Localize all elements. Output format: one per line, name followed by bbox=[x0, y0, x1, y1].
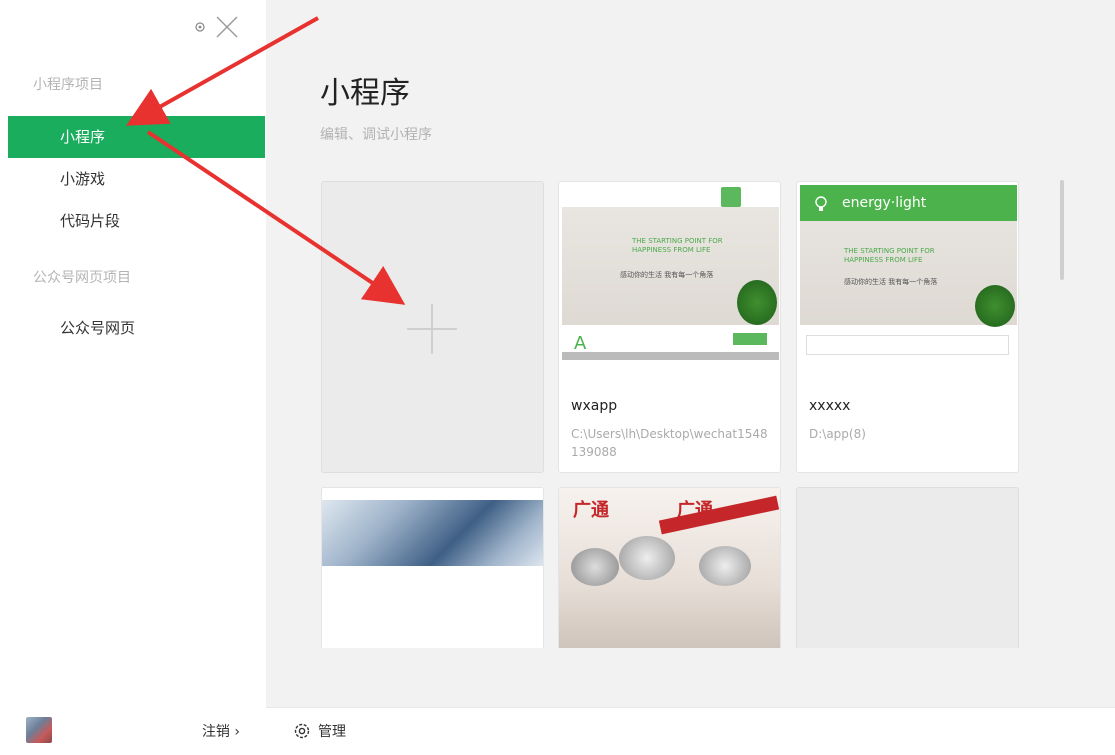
close-icon[interactable] bbox=[214, 14, 240, 40]
settings-icon[interactable] bbox=[194, 21, 206, 33]
project-name: wxapp bbox=[571, 398, 618, 414]
project-thumbnail: 广通 广通 bbox=[559, 488, 780, 648]
user-row: 注销 › bbox=[24, 715, 254, 745]
thumb-bottom-bar bbox=[562, 352, 779, 360]
project-path: D:\app(8) bbox=[809, 427, 866, 441]
scrollbar[interactable] bbox=[1060, 180, 1064, 280]
project-path: C:\Users\lh\Desktop\wechat1548139088 bbox=[571, 427, 768, 459]
project-grid: 小程序 编辑、调试小程序 THE STARTING POINT FOR HAPP… bbox=[266, 0, 1115, 648]
page-title: 小程序 bbox=[320, 76, 410, 111]
logo-letter: A bbox=[574, 333, 587, 354]
thumb-header: energy·light bbox=[800, 185, 1017, 221]
project-thumbnail: energy·light THE STARTING POINT FOR HAPP… bbox=[800, 185, 1017, 360]
app-window: 小程序项目 小程序 小游戏 代码片段 公众号网页项目 公众号网页 注销 › 小程… bbox=[0, 0, 1115, 755]
sidebar-item-miniprogram[interactable]: 小程序 bbox=[8, 116, 265, 158]
sidebar-item-minigame[interactable]: 小游戏 bbox=[8, 158, 265, 200]
project-thumbnail: THE STARTING POINT FOR HAPPINESS FROM LI… bbox=[562, 185, 779, 360]
new-project-card[interactable] bbox=[321, 181, 544, 473]
project-card-row2-1[interactable] bbox=[321, 487, 544, 648]
thumb-hero-text: THE STARTING POINT FOR HAPPINESS FROM LI… bbox=[844, 247, 935, 264]
thumb-input bbox=[806, 335, 1009, 355]
thumb-hero-cn: 感动你的生活 我有每一个角落 bbox=[620, 271, 714, 279]
plus-icon bbox=[407, 304, 457, 354]
avatar[interactable] bbox=[26, 717, 52, 743]
plant-image bbox=[737, 280, 777, 325]
project-card-xxxxx[interactable]: energy·light THE STARTING POINT FOR HAPP… bbox=[796, 181, 1019, 473]
project-card-wxapp[interactable]: THE STARTING POINT FOR HAPPINESS FROM LI… bbox=[558, 181, 781, 473]
bowl-image bbox=[699, 546, 751, 586]
thumb-hero-cn: 感动你的生活 我有每一个角落 bbox=[844, 278, 938, 286]
bowl-image bbox=[571, 548, 619, 586]
manage-button[interactable]: 管理 bbox=[292, 721, 346, 741]
sidebar-item-official-webpage[interactable]: 公众号网页 bbox=[8, 307, 265, 349]
plant-image bbox=[975, 285, 1015, 327]
bowl-image bbox=[619, 536, 675, 580]
project-thumbnail bbox=[322, 500, 543, 566]
main-panel: 小程序 编辑、调试小程序 THE STARTING POINT FOR HAPP… bbox=[266, 0, 1115, 755]
sidebar-item-code-snippet[interactable]: 代码片段 bbox=[8, 200, 265, 242]
page-subtitle: 编辑、调试小程序 bbox=[320, 127, 432, 143]
section-title-official: 公众号网页项目 bbox=[33, 270, 131, 286]
menu-icon bbox=[721, 187, 741, 207]
section-title-miniprogram: 小程序项目 bbox=[33, 77, 103, 93]
lightbulb-icon bbox=[815, 196, 827, 211]
thumb-button bbox=[733, 333, 767, 345]
gear-icon bbox=[294, 723, 310, 739]
footer-bar: 管理 bbox=[266, 707, 1115, 755]
logout-button[interactable]: 注销 › bbox=[202, 721, 240, 741]
manage-label: 管理 bbox=[318, 724, 346, 740]
project-card-row2-2[interactable]: 广通 广通 bbox=[558, 487, 781, 648]
project-name: xxxxx bbox=[809, 398, 851, 414]
brand-logo-left: 广通 bbox=[573, 500, 609, 521]
thumb-hero-text: THE STARTING POINT FOR HAPPINESS FROM LI… bbox=[632, 237, 723, 254]
sidebar: 小程序项目 小程序 小游戏 代码片段 公众号网页项目 公众号网页 注销 › bbox=[0, 0, 266, 755]
project-card-row2-3[interactable] bbox=[796, 487, 1019, 648]
window-controls bbox=[194, 14, 240, 40]
